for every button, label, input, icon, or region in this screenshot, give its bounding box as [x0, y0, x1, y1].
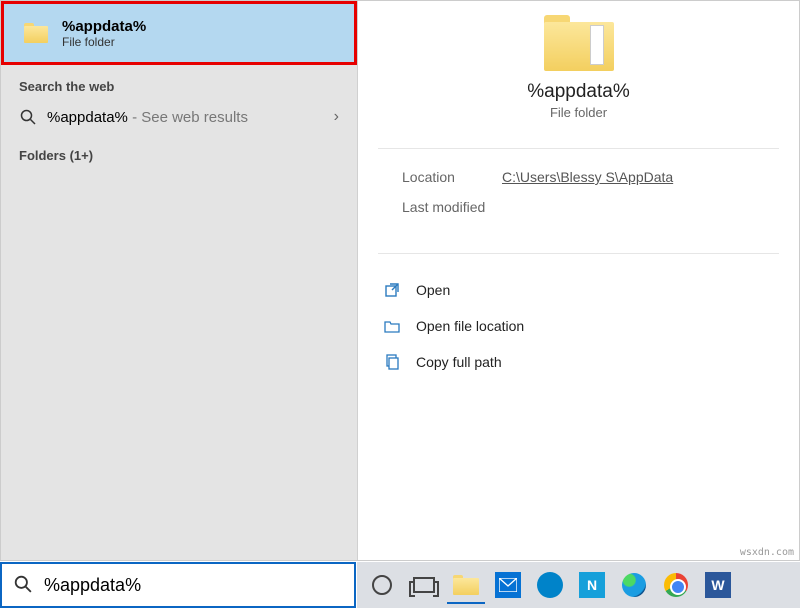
watermark: wsxdn.com [740, 547, 794, 558]
copy-path-action[interactable]: Copy full path [382, 344, 775, 380]
task-view-icon [413, 577, 435, 593]
best-match-subtitle: File folder [62, 35, 146, 49]
chrome-taskbar[interactable] [657, 566, 695, 604]
dell-taskbar[interactable] [531, 566, 569, 604]
cortana-button[interactable] [363, 566, 401, 604]
dell-icon [537, 572, 563, 598]
folder-icon [453, 575, 479, 595]
copy-icon [382, 352, 402, 372]
onenote-taskbar[interactable]: N [573, 566, 611, 604]
web-result-row[interactable]: %appdata% - See web results › [1, 102, 357, 132]
web-result-term: %appdata% [47, 109, 128, 126]
search-icon [19, 109, 37, 125]
open-location-label: Open file location [416, 318, 524, 334]
cortana-icon [372, 575, 392, 595]
location-label: Location [402, 169, 502, 185]
best-match-result[interactable]: %appdata% File folder [1, 1, 357, 65]
copy-path-label: Copy full path [416, 354, 502, 370]
file-explorer-taskbar[interactable] [447, 566, 485, 604]
preview-subtitle: File folder [550, 105, 607, 120]
preview-title: %appdata% [527, 81, 629, 103]
chrome-icon [664, 573, 688, 597]
folder-large-icon [544, 15, 614, 71]
search-web-header: Search the web [1, 65, 357, 102]
edge-taskbar[interactable] [615, 566, 653, 604]
search-icon [14, 575, 32, 596]
word-taskbar[interactable]: W [699, 566, 737, 604]
search-results-pane: %appdata% File folder Search the web %ap… [1, 1, 357, 560]
search-input[interactable] [42, 574, 342, 597]
open-action[interactable]: Open [382, 272, 775, 308]
mail-icon [495, 572, 521, 598]
best-match-title: %appdata% [62, 18, 146, 35]
folders-header: Folders (1+) [1, 132, 357, 171]
web-result-suffix: - See web results [128, 109, 248, 126]
search-box[interactable] [0, 562, 356, 608]
preview-pane: %appdata% File folder Location C:\Users\… [357, 1, 799, 560]
onenote-icon: N [579, 572, 605, 598]
location-link[interactable]: C:\Users\Blessy S\AppData [502, 169, 673, 185]
folder-icon [24, 23, 48, 43]
task-view-button[interactable] [405, 566, 443, 604]
folder-open-icon [382, 316, 402, 336]
word-icon: W [705, 572, 731, 598]
edge-icon [622, 573, 646, 597]
open-label: Open [416, 282, 450, 298]
last-modified-label: Last modified [402, 199, 502, 215]
chevron-right-icon[interactable]: › [334, 108, 339, 126]
taskbar: N W [357, 562, 800, 608]
mail-taskbar[interactable] [489, 566, 527, 604]
open-icon [382, 280, 402, 300]
open-location-action[interactable]: Open file location [382, 308, 775, 344]
